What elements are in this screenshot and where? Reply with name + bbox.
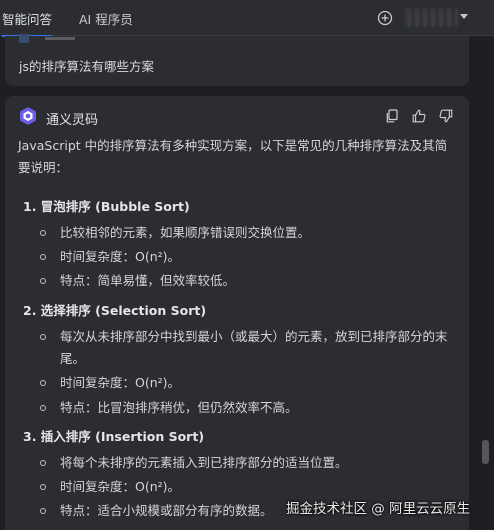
answer-intro: JavaScript 中的排序算法有多种实现方案，以下是常见的几种排序算法及其简… bbox=[18, 138, 448, 175]
tab-smart-qa[interactable]: 智能问答 bbox=[2, 9, 53, 37]
bullet-icon bbox=[40, 230, 46, 236]
question-header-cutoff bbox=[19, 34, 75, 44]
bullet-icon bbox=[40, 460, 46, 466]
assistant-answer-card: 通义灵码 JavaScript 中的排序算法有多种实现方案，以下是常见的几种排序… bbox=[5, 96, 469, 530]
section-title-bubble-sort: 1. 冒泡排序 (Bubble Sort) bbox=[23, 199, 190, 214]
bullet-icon bbox=[40, 278, 46, 284]
thumbs-up-icon[interactable] bbox=[412, 109, 426, 123]
question-text: js的排序算法有哪些方案 bbox=[19, 59, 154, 74]
user-avatar bbox=[19, 34, 29, 43]
section-title-insertion-sort: 3. 插入排序 (Insertion Sort) bbox=[23, 429, 205, 444]
bullet-icon bbox=[40, 508, 46, 514]
bullet-icon bbox=[40, 380, 46, 386]
assistant-name: 通义灵码 bbox=[46, 113, 99, 128]
bullet-icon bbox=[40, 405, 46, 411]
tab-ai-programmer[interactable]: AI 程序员 bbox=[79, 9, 133, 28]
bullet-icon bbox=[40, 484, 46, 490]
tongyi-logo-icon bbox=[20, 107, 36, 125]
chevron-down-icon[interactable] bbox=[460, 14, 468, 19]
copy-icon[interactable] bbox=[385, 109, 399, 123]
thumbs-down-icon[interactable] bbox=[439, 109, 453, 123]
bullet-icon bbox=[40, 334, 46, 340]
vertical-scrollbar-thumb[interactable] bbox=[482, 440, 489, 464]
section-title-selection-sort: 2. 选择排序 (Selection Sort) bbox=[23, 303, 207, 318]
watermark-text: 掘金技术社区 @ 阿里云云原生 bbox=[286, 501, 471, 517]
user-question-card: js的排序算法有哪些方案 bbox=[5, 34, 469, 86]
top-tab-bar: 智能问答 AI 程序员 bbox=[0, 0, 494, 37]
user-avatar-blurred[interactable] bbox=[403, 8, 458, 27]
bullet-icon bbox=[40, 254, 46, 260]
plus-circle-icon[interactable] bbox=[377, 10, 393, 26]
user-name-cutoff bbox=[45, 37, 75, 40]
